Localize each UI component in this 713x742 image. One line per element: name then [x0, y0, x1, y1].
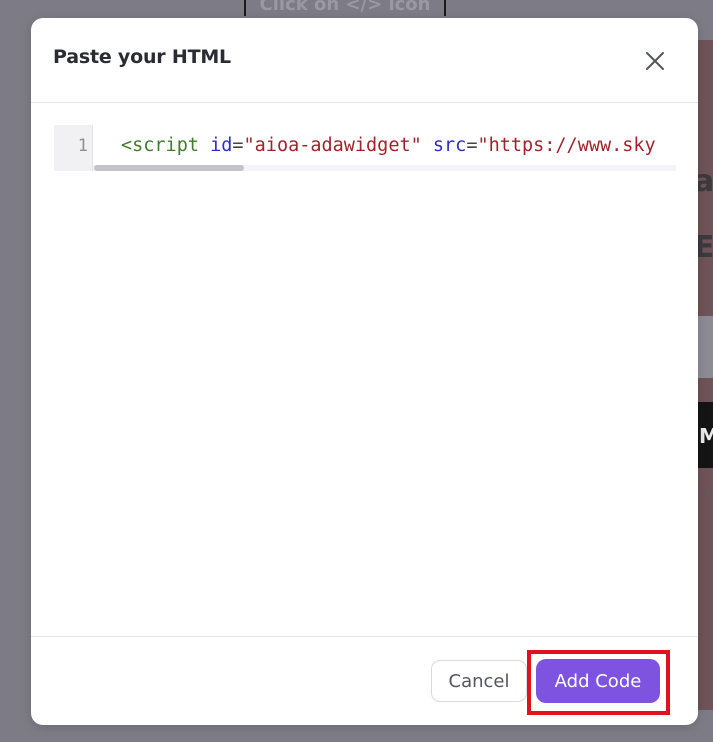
cancel-button[interactable]: Cancel [431, 660, 527, 702]
dialog-title: Paste your HTML [53, 46, 231, 68]
line-number: 1 [77, 136, 88, 156]
code-token-eq: = [466, 135, 478, 156]
background-hint: Click on </> icon [244, 0, 446, 16]
code-token-string: "https://www.sky [477, 135, 656, 156]
code-line: <script id="aioa-adawidget" src="https:/… [121, 135, 656, 156]
background-block [697, 316, 713, 378]
code-token-eq: = [232, 135, 244, 156]
code-editor[interactable]: 1 <script id="aioa-adawidget" src="https… [54, 125, 676, 171]
code-token-tag: <script [121, 135, 199, 156]
paste-html-dialog: Paste your HTML 1 <script id="aioa-adawi… [31, 18, 698, 725]
background-hint-text: Click on </> icon [259, 0, 431, 15]
background-dark-text: M [699, 424, 713, 448]
close-icon [646, 52, 664, 70]
horizontal-scrollbar-thumb[interactable] [94, 165, 244, 171]
background-small-text: ub [698, 482, 713, 497]
add-code-button[interactable]: Add Code [536, 659, 660, 703]
horizontal-scrollbar[interactable] [93, 165, 676, 171]
dialog-footer: Cancel Add Code [31, 636, 698, 725]
code-token-attr: id [210, 135, 233, 156]
close-button[interactable] [643, 49, 667, 73]
line-number-gutter: 1 [54, 125, 93, 171]
dialog-header: Paste your HTML [31, 18, 698, 103]
code-token-string: "aioa-adawidget" [243, 135, 422, 156]
code-token-attr: src [432, 135, 467, 156]
